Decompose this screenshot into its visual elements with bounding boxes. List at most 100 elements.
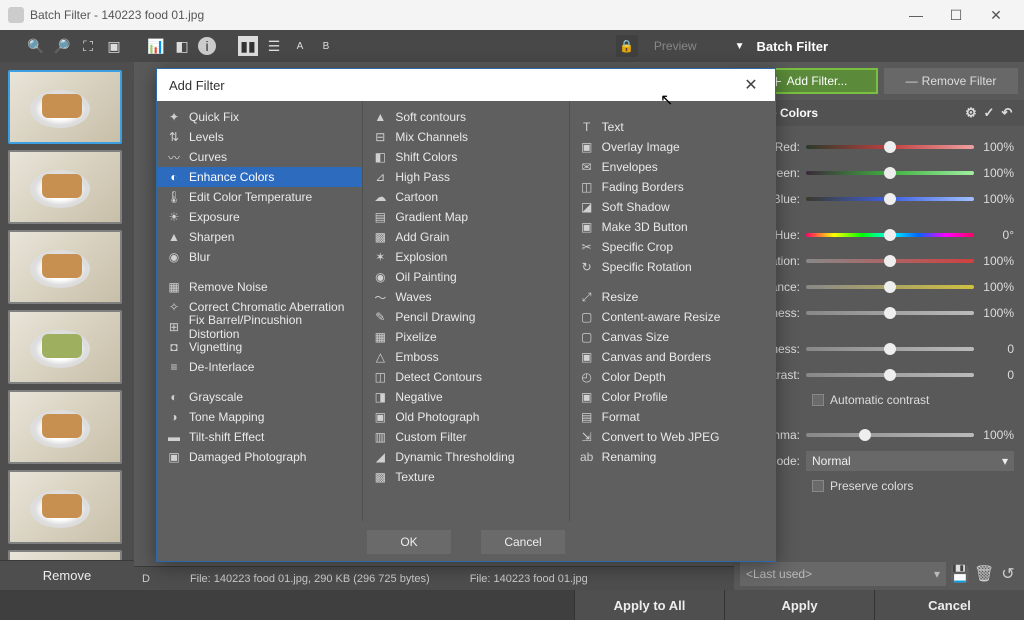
- thumbnail[interactable]: [8, 310, 122, 384]
- filter-item[interactable]: 〜Waves: [363, 287, 568, 307]
- filter-item[interactable]: ▢Canvas Size: [570, 327, 775, 347]
- filter-item[interactable]: ▲Sharpen: [157, 227, 362, 247]
- filter-item[interactable]: abRenaming: [570, 447, 775, 467]
- before-a-icon[interactable]: A: [290, 36, 310, 56]
- filter-item[interactable]: ⊿High Pass: [363, 167, 568, 187]
- saturation-slider[interactable]: [806, 259, 974, 263]
- save-preset-icon[interactable]: 💾: [950, 564, 970, 584]
- filter-item[interactable]: ▣Old Photograph: [363, 407, 568, 427]
- close-button[interactable]: ✕: [976, 0, 1016, 30]
- reset-icon[interactable]: ↺: [998, 564, 1018, 584]
- dialog-ok-button[interactable]: OK: [367, 530, 451, 554]
- filter-item[interactable]: ◴Color Depth: [570, 367, 775, 387]
- remove-button[interactable]: Remove: [0, 560, 134, 590]
- filter-item[interactable]: ◪Soft Shadow: [570, 197, 775, 217]
- hue-slider[interactable]: [806, 233, 974, 237]
- after-b-icon[interactable]: B: [316, 36, 336, 56]
- filter-item[interactable]: TText: [570, 117, 775, 137]
- actual-size-icon[interactable]: ▣: [104, 36, 124, 56]
- filter-item[interactable]: ✦Quick Fix: [157, 107, 362, 127]
- filter-item[interactable]: ◐Grayscale: [157, 387, 362, 407]
- last-used-dropdown[interactable]: <Last used>▾: [740, 562, 946, 586]
- filter-item[interactable]: ◫Detect Contours: [363, 367, 568, 387]
- histogram-icon[interactable]: 📊: [146, 36, 166, 56]
- zoom-out-icon[interactable]: 🔎: [52, 36, 72, 56]
- filter-item[interactable]: ✎Pencil Drawing: [363, 307, 568, 327]
- cancel-button[interactable]: Cancel: [874, 590, 1024, 620]
- thumbnail[interactable]: [8, 230, 122, 304]
- apply-all-button[interactable]: Apply to All: [574, 590, 724, 620]
- filter-item[interactable]: ▬Tilt-shift Effect: [157, 427, 362, 447]
- filter-item[interactable]: ▣Damaged Photograph: [157, 447, 362, 467]
- filter-item[interactable]: ⇅Levels: [157, 127, 362, 147]
- brightness-slider[interactable]: [806, 347, 974, 351]
- contrast-slider[interactable]: [806, 373, 974, 377]
- filter-item[interactable]: 🌡Edit Color Temperature: [157, 187, 362, 207]
- vibrance-slider[interactable]: [806, 285, 974, 289]
- delete-preset-icon[interactable]: 🗑: [974, 564, 994, 584]
- filter-item[interactable]: ↻Specific Rotation: [570, 257, 775, 277]
- filter-item[interactable]: △Emboss: [363, 347, 568, 367]
- thumbnail[interactable]: [8, 390, 122, 464]
- filter-item[interactable]: ▤Gradient Map: [363, 207, 568, 227]
- filter-item[interactable]: ▦Pixelize: [363, 327, 568, 347]
- info-icon[interactable]: i: [198, 37, 216, 55]
- thumbnail[interactable]: [8, 470, 122, 544]
- preserve-colors-checkbox[interactable]: [812, 480, 824, 492]
- filter-item[interactable]: ☁Cartoon: [363, 187, 568, 207]
- filter-item[interactable]: ◨Negative: [363, 387, 568, 407]
- filter-item[interactable]: ☀Exposure: [157, 207, 362, 227]
- filter-item[interactable]: ⇲Convert to Web JPEG: [570, 427, 775, 447]
- filter-item[interactable]: ▣Overlay Image: [570, 137, 775, 157]
- gear-icon[interactable]: ⚙: [962, 105, 980, 121]
- panel-collapse-icon[interactable]: ▼: [735, 41, 745, 52]
- dialog-cancel-button[interactable]: Cancel: [481, 530, 565, 554]
- filter-item[interactable]: ▦Remove Noise: [157, 277, 362, 297]
- gamma-slider[interactable]: [806, 433, 974, 437]
- filter-item[interactable]: ▣Canvas and Borders: [570, 347, 775, 367]
- filter-item[interactable]: ◧Shift Colors: [363, 147, 568, 167]
- mode-dropdown[interactable]: Normal▾: [806, 451, 1014, 471]
- filter-item[interactable]: ≡De-Interlace: [157, 357, 362, 377]
- auto-contrast-row[interactable]: Automatic contrast: [744, 388, 1014, 412]
- blue-slider[interactable]: [806, 197, 974, 201]
- filter-item[interactable]: ✂Specific Crop: [570, 237, 775, 257]
- minimize-button[interactable]: ―: [896, 0, 936, 30]
- dialog-close-button[interactable]: ✕: [739, 75, 763, 95]
- filter-item[interactable]: ▩Add Grain: [363, 227, 568, 247]
- green-slider[interactable]: [806, 171, 974, 175]
- filter-item[interactable]: ▲Soft contours: [363, 107, 568, 127]
- filter-item[interactable]: ✶Explosion: [363, 247, 568, 267]
- thumbnail[interactable]: [8, 550, 122, 560]
- filter-item[interactable]: ◑Tone Mapping: [157, 407, 362, 427]
- filter-item[interactable]: ▣Color Profile: [570, 387, 775, 407]
- preview-button[interactable]: Preview: [644, 35, 707, 57]
- filter-item[interactable]: ⤢Resize: [570, 287, 775, 307]
- preserve-colors-row[interactable]: Preserve colors: [744, 474, 1014, 498]
- filter-item[interactable]: ▣Make 3D Button: [570, 217, 775, 237]
- check-icon[interactable]: ✓: [980, 105, 998, 121]
- filter-item[interactable]: ◐Enhance Colors: [157, 167, 362, 187]
- undo-icon[interactable]: ↶: [998, 105, 1016, 121]
- filter-item[interactable]: ◢Dynamic Thresholding: [363, 447, 568, 467]
- filter-item[interactable]: ▢Content-aware Resize: [570, 307, 775, 327]
- split-vertical-icon[interactable]: ▮▮: [238, 36, 258, 56]
- apply-button[interactable]: Apply: [724, 590, 874, 620]
- filter-item[interactable]: 〰Curves: [157, 147, 362, 167]
- auto-contrast-checkbox[interactable]: [812, 394, 824, 406]
- filter-item[interactable]: ▥Custom Filter: [363, 427, 568, 447]
- thumbnail[interactable]: [8, 70, 122, 144]
- lock-icon[interactable]: 🔒: [616, 35, 638, 57]
- fit-icon[interactable]: ⛶: [78, 36, 98, 56]
- filter-item[interactable]: ⊟Mix Channels: [363, 127, 568, 147]
- maximize-button[interactable]: ☐: [936, 0, 976, 30]
- filter-item[interactable]: ⊞Fix Barrel/Pincushion Distortion: [157, 317, 362, 337]
- remove-filter-button[interactable]: ―Remove Filter: [884, 68, 1018, 94]
- filter-item[interactable]: ✉Envelopes: [570, 157, 775, 177]
- thumbnail[interactable]: [8, 150, 122, 224]
- filter-item[interactable]: ▩Texture: [363, 467, 568, 487]
- filter-header[interactable]: nance Colors ⚙ ✓ ↶: [734, 100, 1024, 126]
- filter-item[interactable]: ◉Oil Painting: [363, 267, 568, 287]
- red-slider[interactable]: [806, 145, 974, 149]
- filter-item[interactable]: ◉Blur: [157, 247, 362, 267]
